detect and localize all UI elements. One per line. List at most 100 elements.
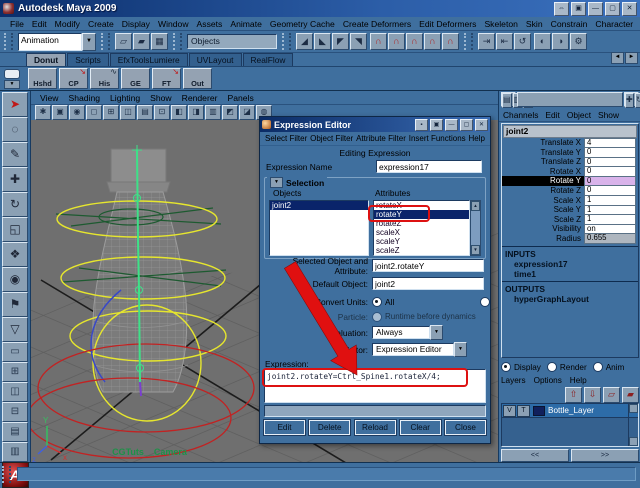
universal-manipulator-icon[interactable]: ❖ (2, 242, 28, 267)
scroll-down-icon[interactable] (629, 437, 638, 446)
attribute-list-item[interactable]: scaleX (374, 228, 469, 237)
new-empty-layer-icon[interactable]: ▱ (603, 386, 620, 403)
grip-handle[interactable] (173, 33, 182, 50)
show-manipulator-icon[interactable]: ⚑ (2, 292, 28, 317)
expression-editor-dialog[interactable]: Expression Editor ▪ ▣ — ▢ ✕ Select Filter Obj… (259, 116, 491, 444)
delete-button[interactable]: Delete (308, 419, 352, 436)
layer-menu-item[interactable]: Layers (501, 376, 526, 385)
film-gate-icon[interactable]: ⊞ (103, 105, 119, 120)
scroll-up-icon[interactable]: ▲ (471, 201, 480, 211)
viewport-menu-item[interactable]: Show (145, 93, 177, 103)
dialog-menu-item[interactable]: Attribute Filter (356, 134, 406, 143)
expression-textarea[interactable]: joint2.rotateY=Ctrl_Spine1.rotateX/4; (265, 370, 485, 402)
select-tool-icon[interactable]: ➤ (2, 92, 28, 117)
save-scene-icon[interactable]: ▦ (151, 33, 168, 50)
attribute-list-item[interactable]: rotateZ (374, 219, 469, 228)
scale-tool-icon[interactable]: ◱ (2, 217, 28, 242)
menubar-item[interactable]: Create (84, 19, 118, 29)
layer-menu-item[interactable]: Options (534, 376, 562, 385)
menubar-item[interactable]: Display (118, 19, 154, 29)
menubar-item[interactable]: Window (154, 19, 193, 29)
menubar-item[interactable]: Skeleton (480, 19, 521, 29)
new-scene-icon[interactable]: ▱ (115, 33, 132, 50)
restore-icon[interactable]: ▢ (605, 1, 620, 16)
shelf-button-ft[interactable]: ↘ FT (152, 68, 181, 89)
dialog-menu-item[interactable]: Insert Functions (409, 134, 466, 143)
snap-live-icon[interactable]: ∩ (442, 33, 459, 50)
dock-icon[interactable]: ⇔ (554, 1, 569, 16)
menubar-item[interactable]: Geometry Cache (266, 19, 339, 29)
editor-dropdown[interactable]: Expression Editor ▼ (372, 342, 467, 357)
layer-menu-item[interactable]: Help (570, 376, 587, 385)
attribute-list-item[interactable]: scaleZ (374, 246, 469, 255)
snap-plane-icon[interactable]: ∩ (424, 33, 441, 50)
layer-visibility-toggle[interactable]: V (503, 404, 516, 417)
expression-name-input[interactable] (376, 160, 482, 173)
viewport-menu-item[interactable]: Renderer (177, 93, 223, 103)
shelf-tab[interactable]: EfxToolsLumiere (109, 53, 188, 66)
chevron-down-icon[interactable]: ▼ (454, 342, 467, 357)
highlight-mode-icon[interactable]: ◥ (350, 33, 367, 50)
attributes-list[interactable]: rotateX rotateY rotateZ scaleX scaleY sc… (373, 200, 470, 256)
shaded-mode-icon[interactable]: ◩ (222, 105, 238, 120)
lasso-select-tool-icon[interactable]: ◌ (2, 117, 28, 142)
pin-icon[interactable]: ▪ (415, 118, 428, 131)
last-tool-icon[interactable]: ▽ (2, 317, 28, 342)
gate-mask-icon[interactable]: ▤ (137, 105, 153, 120)
grip-handle[interactable] (101, 33, 110, 50)
channel-manip-off-icon[interactable]: ▤ (502, 93, 512, 108)
range-slider-track[interactable] (17, 467, 636, 481)
channel-object-name[interactable]: joint2 (503, 125, 637, 138)
safe-title-icon[interactable]: ◨ (188, 105, 204, 120)
speed-medium-icon[interactable]: ↻ (634, 93, 640, 108)
chevron-down-icon[interactable]: ▼ (82, 32, 96, 51)
viewport-menu-item[interactable]: Lighting (105, 93, 145, 103)
shelf-button-hshd[interactable]: Hshd (28, 68, 57, 89)
minimize-icon[interactable]: — (588, 1, 603, 16)
shelf-popup-icon[interactable] (4, 68, 20, 79)
menubar-item[interactable]: File (6, 19, 28, 29)
menubar-item[interactable]: Constrain (547, 19, 592, 29)
grip-handle[interactable] (282, 33, 291, 50)
reload-button[interactable]: Reload (353, 419, 397, 436)
layer-next-button[interactable]: >> (571, 449, 639, 462)
textured-mode-icon[interactable]: ◪ (239, 105, 255, 120)
viewport-menu-item[interactable]: View (35, 93, 63, 103)
open-scene-icon[interactable]: ▰ (133, 33, 150, 50)
output-node[interactable]: hyperGraphLayout (502, 294, 638, 304)
single-pane-layout-icon[interactable]: ▭ (2, 342, 28, 362)
image-plane-icon[interactable]: ◉ (69, 105, 85, 120)
input-node[interactable]: expression17 (502, 259, 638, 269)
layer-row[interactable]: V T Bottle_Layer (502, 404, 638, 418)
select-component-icon[interactable]: ◤ (332, 33, 349, 50)
snap-point-icon[interactable]: ∩ (406, 33, 423, 50)
two-pane-stacked-layout-icon[interactable]: ⊟ (2, 402, 28, 422)
construction-history-icon[interactable]: ↺ (514, 33, 531, 50)
ipr-render-icon[interactable]: ◑ (552, 33, 569, 50)
convert-units-none-radio[interactable] (480, 296, 491, 307)
shelf-tab[interactable]: Donut (26, 53, 67, 66)
selected-object-input[interactable] (372, 259, 484, 272)
clear-button[interactable]: Clear (398, 419, 442, 436)
move-layer-up-icon[interactable]: ⇧ (565, 386, 582, 403)
shelf-button-ge[interactable]: GE (121, 68, 150, 89)
menu-set-value[interactable]: Animation (18, 32, 82, 51)
hypergraph-layout-icon[interactable]: ▥ (2, 442, 28, 462)
camera-attributes-icon[interactable]: ✱ (35, 105, 51, 120)
speed-slow-icon[interactable]: ✚ (625, 93, 634, 108)
attributes-scrollbar[interactable]: ▲ ▼ (470, 200, 481, 256)
rotate-tool-icon[interactable]: ↻ (2, 192, 28, 217)
persp-outliner-layout-icon[interactable]: ▤ (2, 422, 28, 442)
layer-name[interactable]: Bottle_Layer (548, 406, 594, 415)
grid-toggle-icon[interactable]: ◻ (86, 105, 102, 120)
anim-radio[interactable]: Anim (592, 362, 624, 372)
paint-select-tool-icon[interactable]: ✎ (2, 142, 28, 167)
new-layer-selected-icon[interactable]: ▰ (622, 386, 639, 403)
channel-value[interactable]: 0.655 (584, 233, 636, 245)
menubar-item[interactable]: Modify (51, 19, 84, 29)
wireframe-mode-icon[interactable]: ▥ (205, 105, 221, 120)
menubar-item[interactable]: Skin (522, 19, 547, 29)
menubar-item[interactable]: Create Deformers (339, 19, 415, 29)
objects-list[interactable]: joint2 (269, 200, 369, 256)
toolbox-toggle-icon[interactable]: ▣ (571, 1, 586, 16)
